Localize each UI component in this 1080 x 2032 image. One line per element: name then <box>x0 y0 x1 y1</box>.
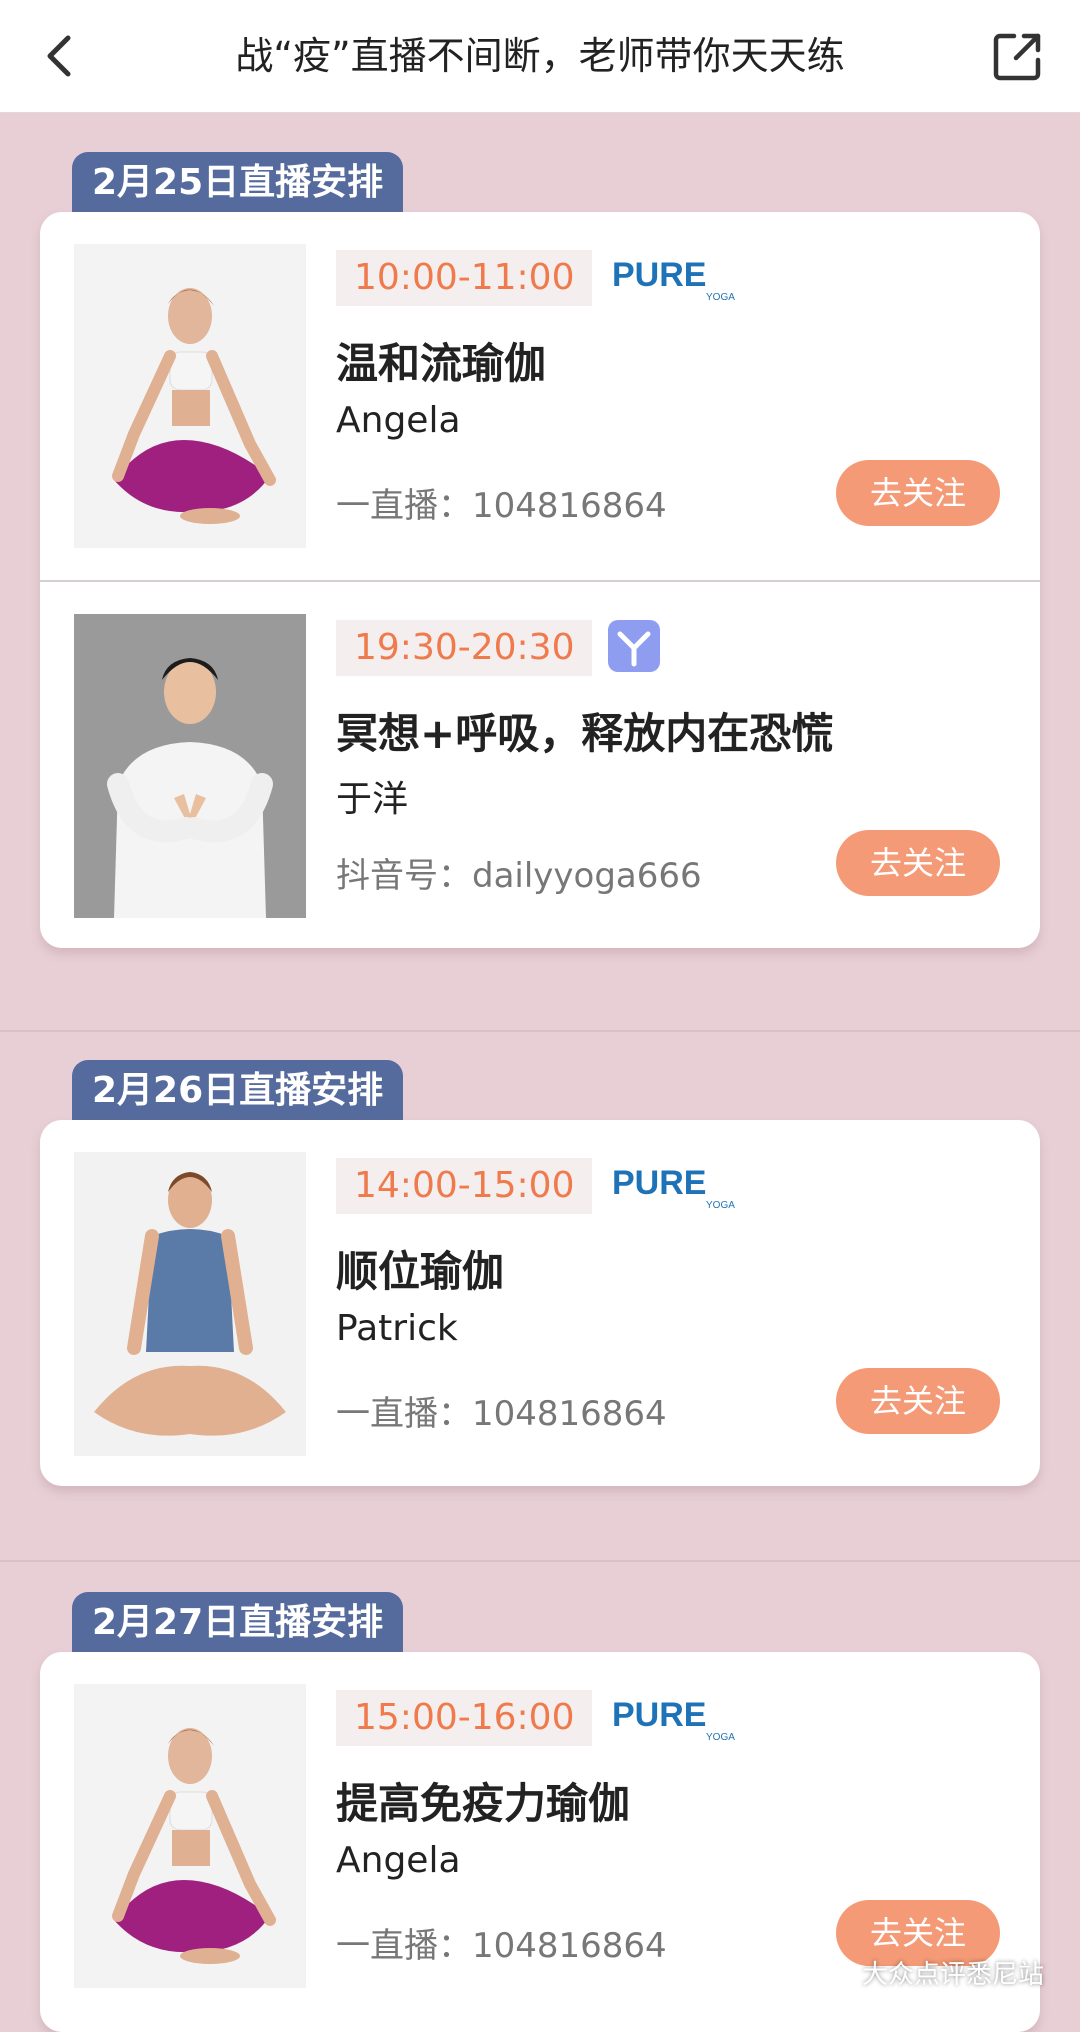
course-title: 温和流瑜伽 <box>336 339 547 388</box>
watermark-text: 大众点评悉尼站 <box>861 1960 1044 1990</box>
page-title: 战“疫”直播不间断，老师带你天天练 <box>235 34 845 78</box>
watermark: 大众点评悉尼站 <box>816 1954 1044 1991</box>
teacher-name: Patrick <box>336 1308 458 1349</box>
broadcast-account: 一直播：104816864 <box>336 486 667 526</box>
woman-yoga-pose-photo <box>74 1684 306 1988</box>
course-title: 提高免疫力瑜伽 <box>336 1779 631 1828</box>
teacher-name: 于洋 <box>336 779 409 820</box>
broadcast-account: 一直播：104816864 <box>336 1926 667 1966</box>
brand-text: PURE <box>612 1696 706 1734</box>
chevron-left-icon[interactable] <box>34 28 90 84</box>
brand-subtext: YOGA <box>706 1732 735 1743</box>
schedule-section-0226: 2月26日直播安排 14:00-15:00 PURE YOGA 顺位瑜伽 Pat… <box>0 1032 1080 1560</box>
teacher-name: Angela <box>336 400 461 441</box>
brand-subtext: YOGA <box>706 1200 735 1211</box>
share-external-icon[interactable] <box>990 28 1046 84</box>
course-title: 顺位瑜伽 <box>336 1247 505 1296</box>
brand-text: PURE <box>612 1164 706 1202</box>
course-title: 冥想+呼吸，释放内在恐慌 <box>336 709 834 758</box>
man-meditation-photo <box>74 614 306 918</box>
time-slot: 14:00-15:00 <box>336 1158 593 1214</box>
brand-text: PURE <box>612 256 706 294</box>
time-slot: 10:00-11:00 <box>336 250 593 306</box>
date-tab: 2月25日直播安排 <box>72 152 404 214</box>
time-slot: 19:30-20:30 <box>336 620 593 676</box>
time-slot: 15:00-16:00 <box>336 1690 593 1746</box>
follow-button[interactable]: 去关注 <box>836 830 1000 896</box>
list-item: 14:00-15:00 PURE YOGA 顺位瑜伽 Patrick 一直播：1… <box>40 1120 1040 1486</box>
wechat-icon <box>816 1962 854 1988</box>
date-tab: 2月27日直播安排 <box>72 1592 404 1654</box>
pure-yoga-logo: PURE YOGA <box>612 256 735 303</box>
follow-button[interactable]: 去关注 <box>836 1368 1000 1434</box>
schedule-section-0225: 2月25日直播安排 10:00-11:00 PURE YOGA 温和流瑜伽 An… <box>0 112 1080 1032</box>
brand-subtext: YOGA <box>706 292 735 303</box>
list-item: 19:30-20:30 冥想+呼吸，释放内在恐慌 于洋 抖音号：dailyyog… <box>40 580 1040 948</box>
top-bar: 战“疫”直播不间断，老师带你天天练 <box>0 0 1080 113</box>
follow-button[interactable]: 去关注 <box>836 460 1000 526</box>
man-seated-yoga-photo <box>74 1152 306 1456</box>
woman-yoga-pose-photo <box>74 244 306 548</box>
daily-yoga-app-icon <box>608 620 660 672</box>
date-tab: 2月26日直播安排 <box>72 1060 404 1122</box>
pure-yoga-logo: PURE YOGA <box>612 1696 735 1743</box>
broadcast-account: 抖音号：dailyyoga666 <box>336 856 702 896</box>
schedule-card: 10:00-11:00 PURE YOGA 温和流瑜伽 Angela 一直播：1… <box>40 212 1040 948</box>
list-item: 10:00-11:00 PURE YOGA 温和流瑜伽 Angela 一直播：1… <box>40 212 1040 578</box>
schedule-card: 14:00-15:00 PURE YOGA 顺位瑜伽 Patrick 一直播：1… <box>40 1120 1040 1486</box>
broadcast-account: 一直播：104816864 <box>336 1394 667 1434</box>
pure-yoga-logo: PURE YOGA <box>612 1164 735 1211</box>
teacher-name: Angela <box>336 1840 461 1881</box>
